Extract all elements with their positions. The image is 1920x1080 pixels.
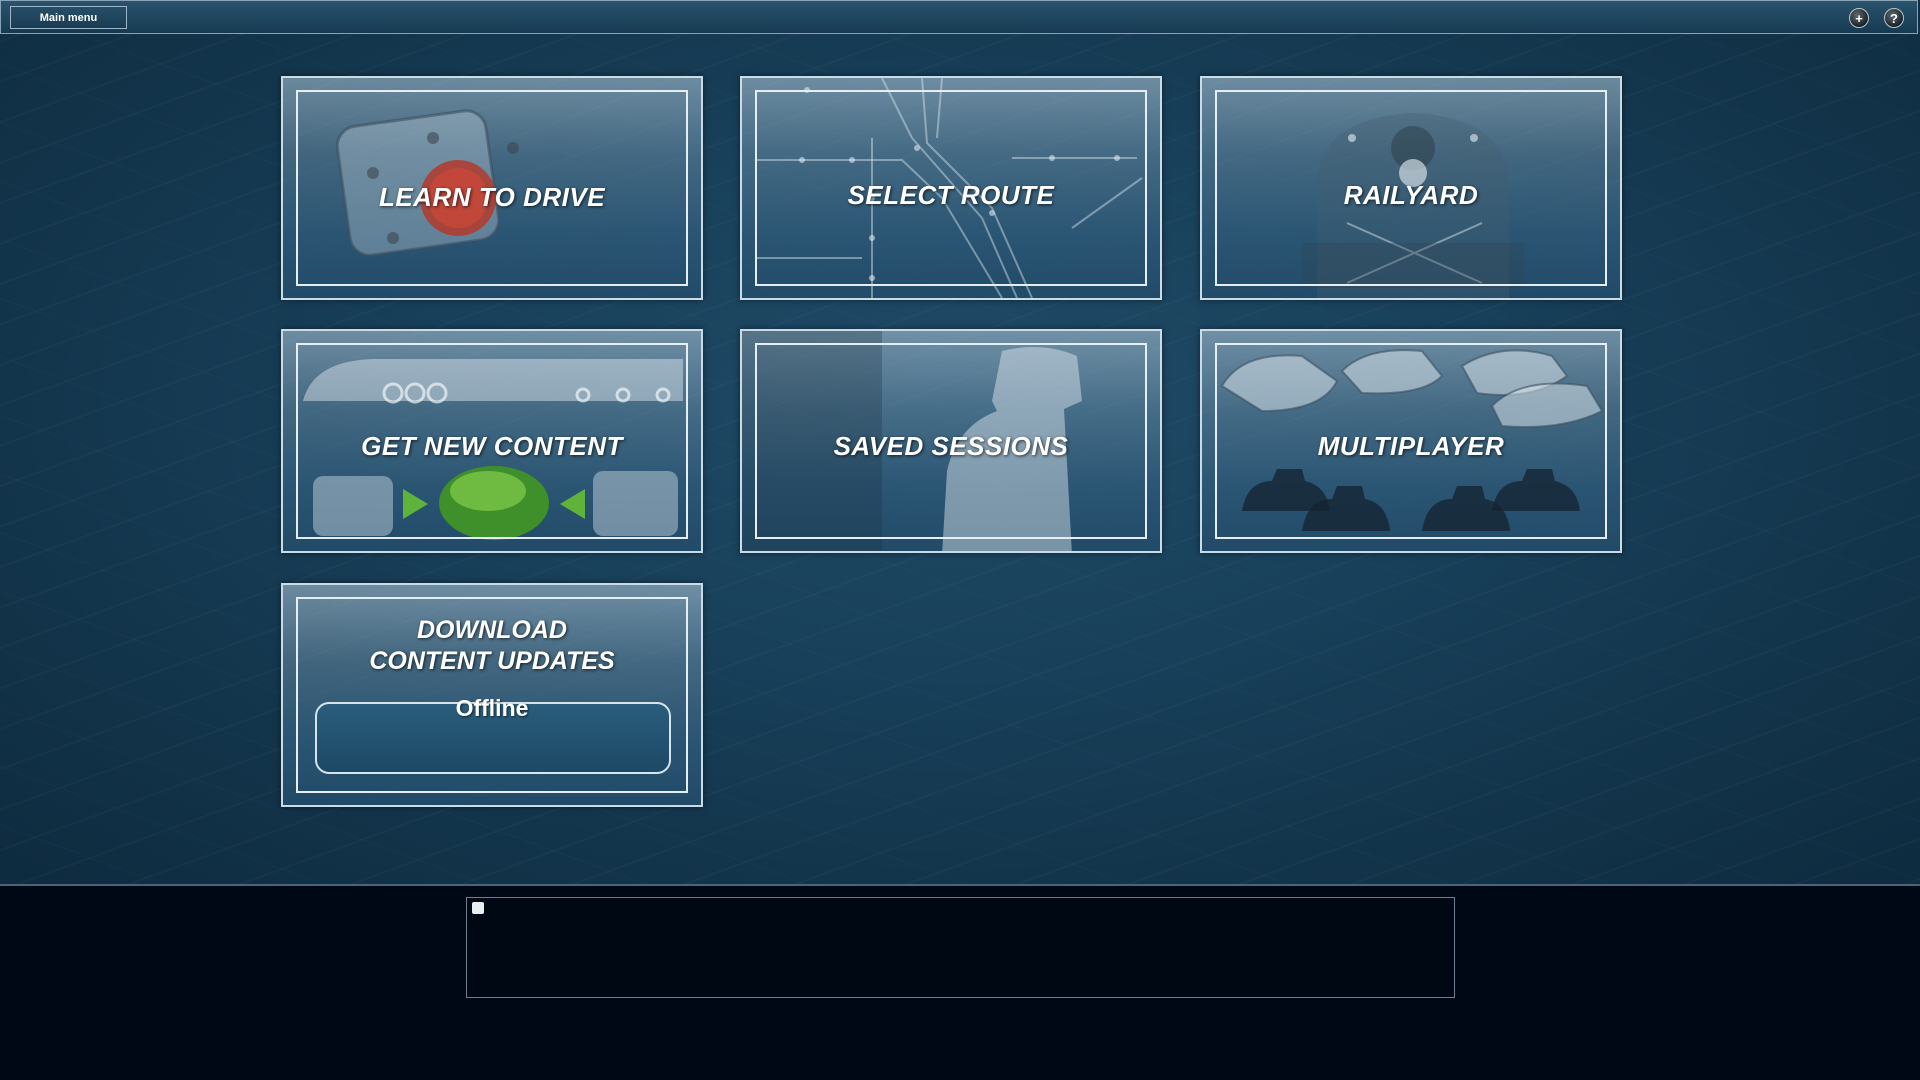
get-new-content-label: GET NEW CONTENT — [361, 431, 623, 461]
download-status-text: Offline — [455, 695, 529, 721]
get-new-content-tile[interactable]: GET NEW CONTENT — [281, 329, 703, 553]
learn-to-drive-tile[interactable]: LEARN TO DRIVE — [281, 76, 703, 300]
download-label-line2: CONTENT UPDATES — [369, 647, 615, 675]
multiplayer-label: MULTIPLAYER — [1317, 431, 1505, 461]
railyard-tile[interactable]: RAILYARD — [1200, 76, 1622, 300]
download-label-line1: DOWNLOAD — [417, 616, 567, 644]
download-content-updates-label: DOWNLOAD CONTENT UPDATES — [283, 615, 701, 677]
select-route-label: SELECT ROUTE — [847, 180, 1055, 210]
download-content-updates-tile[interactable]: DOWNLOAD CONTENT UPDATES Offline — [281, 583, 703, 807]
top-bar: Main menu + ? — [0, 0, 1918, 34]
saved-sessions-label: SAVED SESSIONS — [833, 431, 1069, 461]
learn-to-drive-label: LEARN TO DRIVE — [378, 182, 606, 212]
main-menu-area: Main menu + ? LEARN TO DRIVE SELECT ROUT… — [0, 0, 1920, 884]
select-route-tile[interactable]: SELECT ROUTE — [740, 76, 1162, 300]
add-icon[interactable]: + — [1849, 8, 1869, 28]
footer-divider — [0, 884, 1920, 886]
help-icon[interactable]: ? — [1884, 8, 1904, 28]
main-menu-button[interactable]: Main menu — [10, 6, 127, 29]
saved-sessions-tile[interactable]: SAVED SESSIONS — [740, 329, 1162, 553]
railyard-label: RAILYARD — [1343, 180, 1479, 210]
news-panel — [466, 897, 1455, 998]
multiplayer-tile[interactable]: MULTIPLAYER — [1200, 329, 1622, 553]
broken-image-icon — [472, 902, 484, 914]
